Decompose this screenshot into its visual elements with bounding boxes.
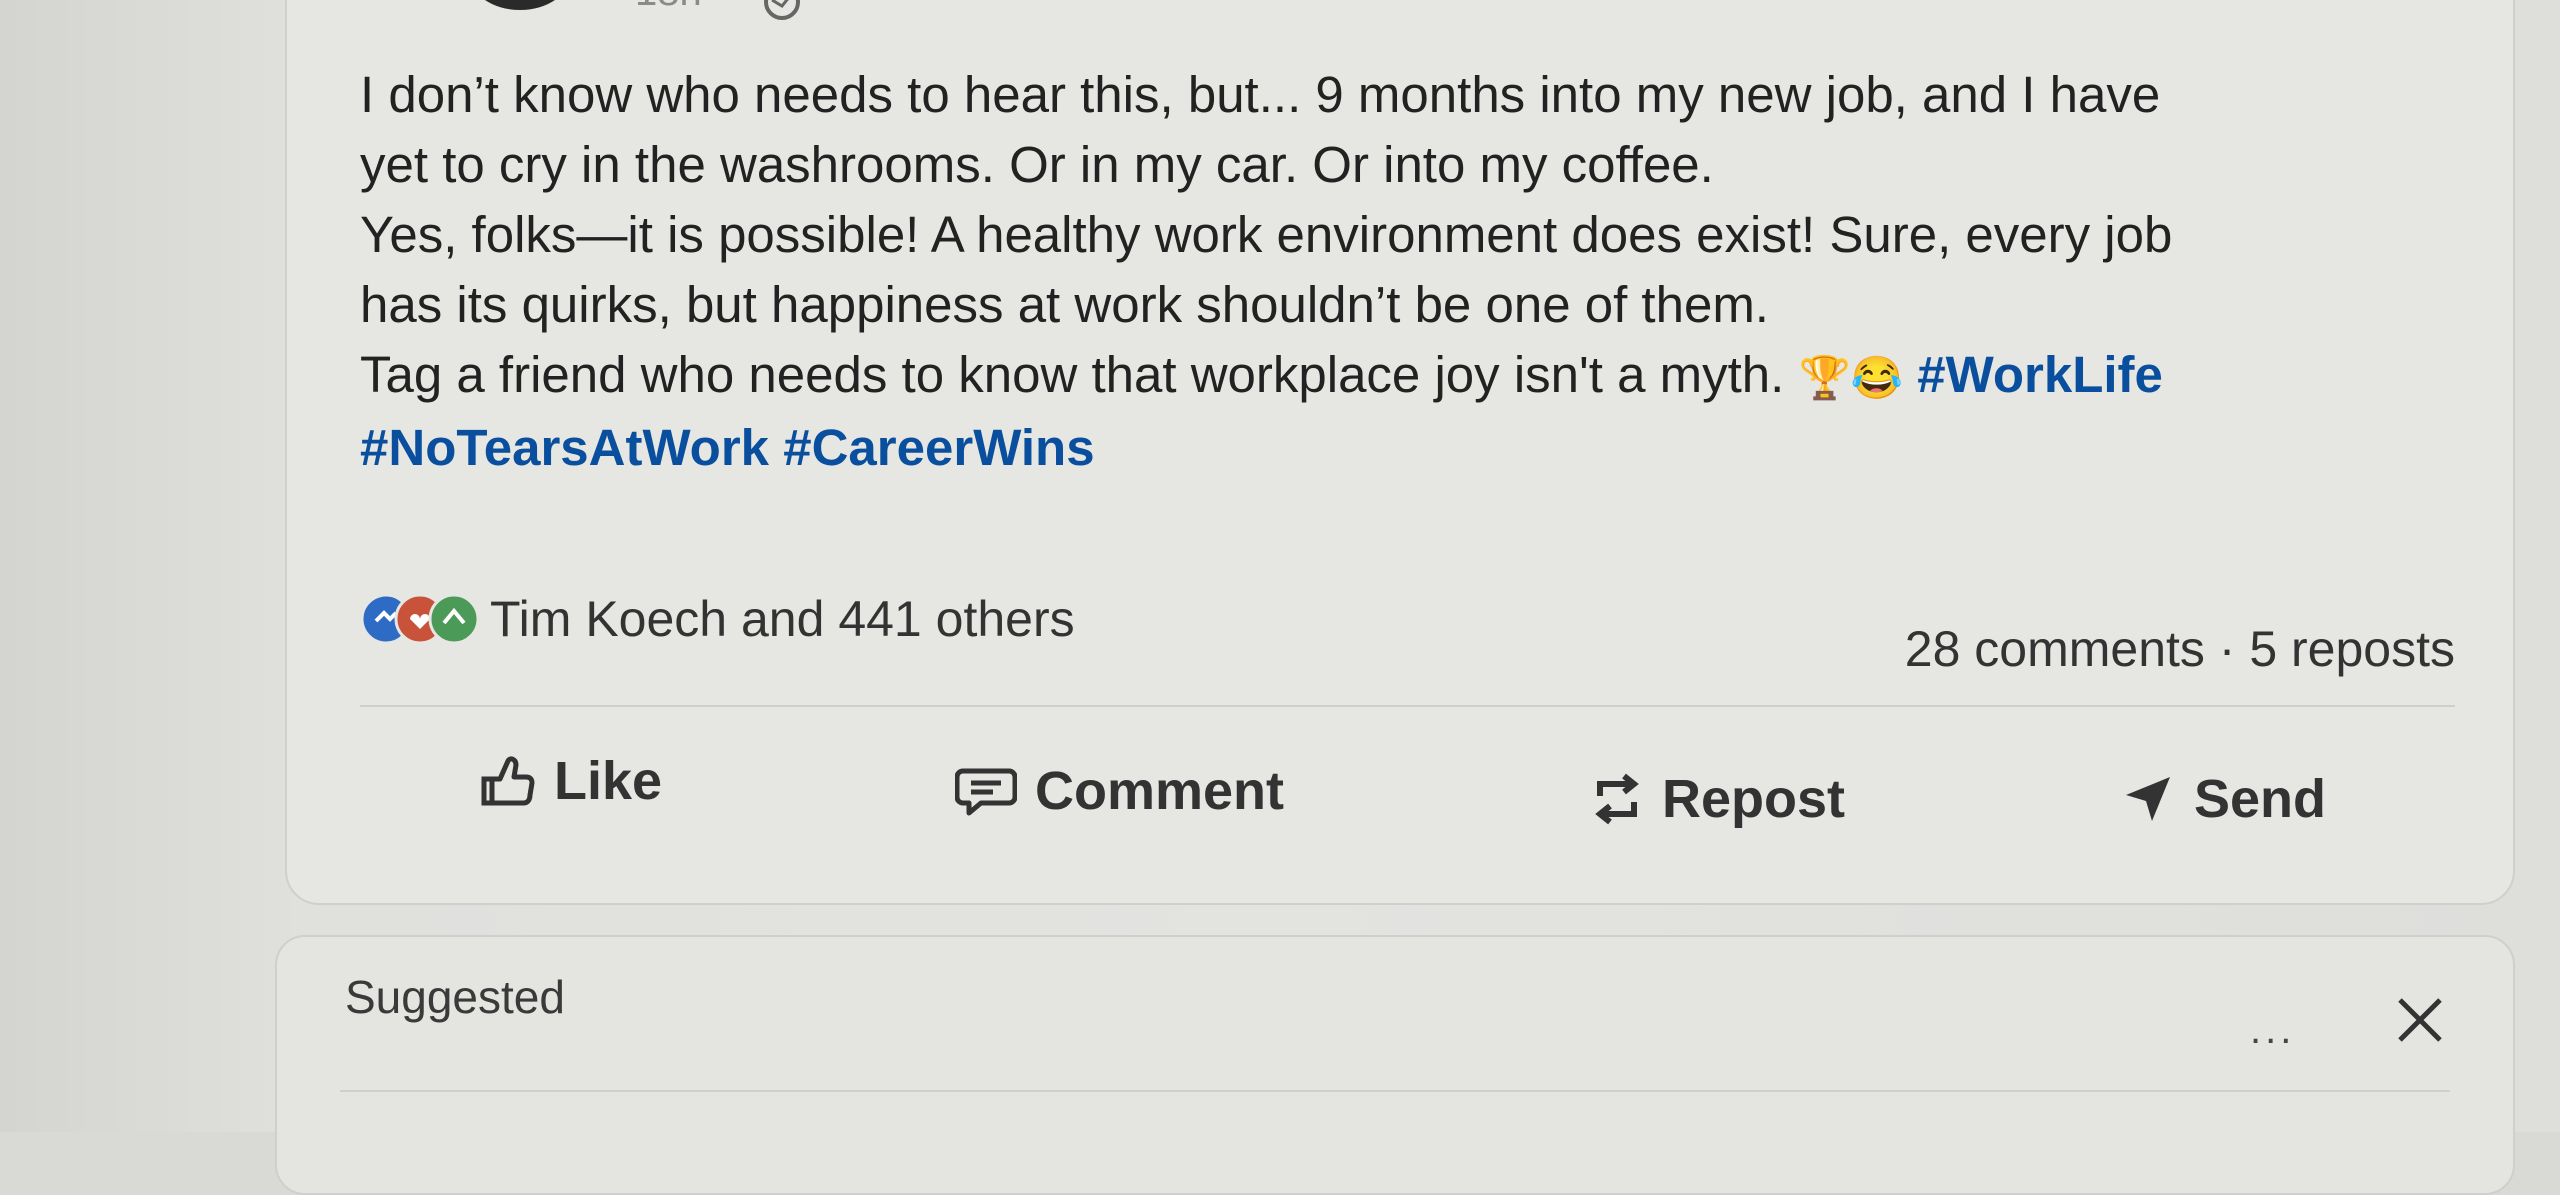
comment-label: Comment [1035, 761, 1285, 821]
suggested-label: Suggested [345, 971, 565, 1023]
repost-label: Repost [1662, 769, 1846, 829]
post-line-6: #NoTearsAtWork #CareerWins [360, 413, 2460, 483]
globe-icon [764, 0, 800, 20]
hashtag-worklife[interactable]: #WorkLife [1917, 346, 2163, 403]
post-line-5: Tag a friend who needs to know that work… [360, 340, 2460, 413]
post-line-1: I don’t know who needs to hear this, but… [360, 66, 2161, 123]
send-label: Send [2194, 769, 2327, 829]
reactions-summary[interactable]: Tim Koech and 441 others [360, 590, 1075, 648]
reaction-icons [360, 591, 480, 647]
close-icon[interactable] [2390, 990, 2450, 1050]
reactions-text: Tim Koech and 441 others [490, 591, 1075, 647]
comment-button[interactable]: Comment [955, 760, 1284, 822]
post-actions: Like Comment Repost Send [470, 750, 2350, 860]
divider [360, 705, 2455, 707]
send-button[interactable]: Send [2120, 768, 2326, 830]
hashtag-careerwins[interactable]: #CareerWins [783, 419, 1094, 476]
hashtag-notearsatwork[interactable]: #NoTearsAtWork [360, 419, 769, 476]
post-line-5-text: Tag a friend who needs to know that work… [360, 346, 1785, 403]
post-time: 18h · [635, 0, 726, 15]
post-text: I don’t know who needs to hear this, but… [360, 60, 2460, 483]
trophy-laugh-emoji: 🏆😂 [1798, 354, 1904, 401]
post-line-2: yet to cry in the washrooms. Or in my ca… [360, 136, 1714, 193]
comment-icon [955, 768, 1017, 816]
like-icon [481, 756, 535, 806]
suggested-card [275, 935, 2515, 1195]
post-line-4: has its quirks, but happiness at work sh… [360, 276, 1769, 333]
repost-icon [1595, 773, 1639, 825]
like-button[interactable]: Like [480, 750, 662, 812]
send-icon [2126, 777, 2170, 821]
like-label: Like [554, 751, 663, 811]
reaction-stack-icon [360, 593, 480, 645]
post-line-3: Yes, folks—it is possible! A healthy wor… [360, 206, 2173, 263]
comments-reposts-count[interactable]: 28 comments · 5 reposts [1905, 620, 2455, 678]
divider [340, 1090, 2450, 1092]
more-icon[interactable]: ... [2250, 1008, 2295, 1053]
repost-button[interactable]: Repost [1590, 768, 1845, 830]
